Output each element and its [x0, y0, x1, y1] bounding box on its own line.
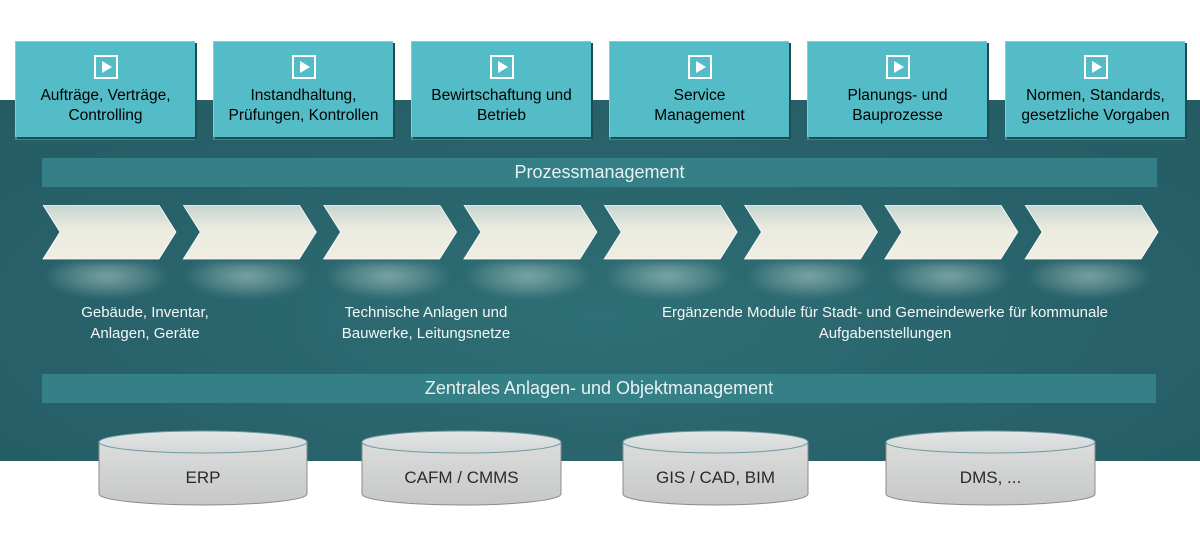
database-label: DMS, ...: [959, 468, 1022, 487]
label-line: Betrieb: [476, 107, 527, 124]
process-chevron: [884, 204, 1019, 260]
play-icon[interactable]: [687, 55, 712, 79]
desc-line: Bauwerke, Leitungsnetze: [341, 325, 511, 342]
process-box-instandhaltung[interactable]: Instandhaltung, Prüfungen, Kontrollen: [213, 41, 393, 137]
label-line: Prüfungen, Kontrollen: [228, 107, 379, 124]
database-cafm-cmms[interactable]: CAFM / CMMS: [361, 430, 562, 506]
label-line: Planungs- und: [847, 87, 948, 104]
database-erp[interactable]: ERP: [98, 430, 308, 506]
database-gis-cad-bim[interactable]: GIS / CAD, BIM: [622, 430, 809, 506]
process-box-bewirtschaftung[interactable]: Bewirtschaftung und Betrieb: [411, 41, 591, 137]
description-ergaenzende-module: Ergänzende Module für Stadt- und Gemeind…: [610, 302, 1160, 344]
process-chevron: [322, 204, 458, 260]
cylinder-top: [622, 430, 809, 454]
process-chevron: [463, 204, 598, 260]
label-line: Management: [654, 107, 745, 124]
label-line: Aufträge, Verträge,: [40, 87, 171, 104]
database-label: ERP: [185, 468, 221, 487]
play-icon[interactable]: [93, 55, 118, 79]
label-line: Bewirtschaftung und: [431, 87, 572, 104]
chevron-reflection: [888, 262, 1009, 298]
label-line: Controlling: [68, 107, 143, 124]
database-label: GIS / CAD, BIM: [655, 468, 776, 487]
process-chevron: [603, 204, 738, 260]
chevron-reflection: [608, 262, 729, 298]
process-box-label: Planungs- und Bauprozesse: [808, 86, 987, 126]
desc-line: Ergänzende Module für Stadt- und Gemeind…: [661, 304, 1109, 321]
desc-line: Aufgabenstellungen: [818, 325, 952, 342]
process-management-bar: Prozessmanagement: [42, 158, 1157, 187]
chevron-reflection: [1029, 262, 1150, 298]
desc-line: Gebäude, Inventar,: [81, 304, 209, 321]
process-box-normen[interactable]: Normen, Standards, gesetzliche Vorgaben: [1005, 41, 1185, 137]
process-box-label: Bewirtschaftung und Betrieb: [412, 86, 591, 126]
description-technische-anlagen: Technische Anlagen und Bauwerke, Leitung…: [300, 302, 552, 344]
play-icon[interactable]: [885, 55, 910, 79]
label-line: Normen, Standards,: [1026, 87, 1165, 104]
process-chevron: [42, 204, 177, 260]
object-management-bar: Zentrales Anlagen- und Objektmanagement: [42, 374, 1156, 403]
process-box-label: Normen, Standards, gesetzliche Vorgaben: [1006, 86, 1185, 126]
process-box-label: Service Management: [610, 86, 789, 126]
label-line: Bauprozesse: [852, 107, 943, 124]
cylinder-top: [361, 430, 562, 454]
process-box-label: Instandhaltung, Prüfungen, Kontrollen: [214, 86, 393, 126]
chevron-reflection: [467, 262, 588, 298]
process-chevron: [1024, 204, 1159, 260]
desc-line: Technische Anlagen und: [344, 304, 508, 321]
chevron-reflection: [47, 262, 167, 298]
play-icon[interactable]: [1083, 55, 1108, 79]
chevron-reflection: [187, 262, 308, 298]
play-icon[interactable]: [489, 55, 514, 79]
process-box-service-management[interactable]: Service Management: [609, 41, 789, 137]
play-icon[interactable]: [291, 55, 316, 79]
main-background-band: [0, 100, 1200, 461]
process-box-planung[interactable]: Planungs- und Bauprozesse: [807, 41, 987, 137]
process-box-auftraege[interactable]: Aufträge, Verträge, Controlling: [15, 41, 195, 137]
process-box-label: Aufträge, Verträge, Controlling: [16, 86, 195, 126]
description-gebaeude: Gebäude, Inventar, Anlagen, Geräte: [40, 302, 250, 344]
chevron-reflection: [327, 262, 448, 298]
cylinder-top: [885, 430, 1096, 454]
process-chevron-row: [0, 204, 1200, 260]
label-line: Service: [673, 87, 726, 104]
label-line: gesetzliche Vorgaben: [1021, 107, 1170, 124]
process-chevron: [182, 204, 317, 260]
chevron-svg: [42, 204, 1159, 260]
database-label: CAFM / CMMS: [404, 468, 519, 487]
cylinder-top: [98, 430, 308, 454]
database-dms[interactable]: DMS, ...: [885, 430, 1096, 506]
chevron-reflection: [748, 262, 869, 298]
label-line: Instandhaltung,: [250, 87, 357, 104]
desc-line: Anlagen, Geräte: [90, 325, 200, 342]
process-chevron: [743, 204, 878, 260]
